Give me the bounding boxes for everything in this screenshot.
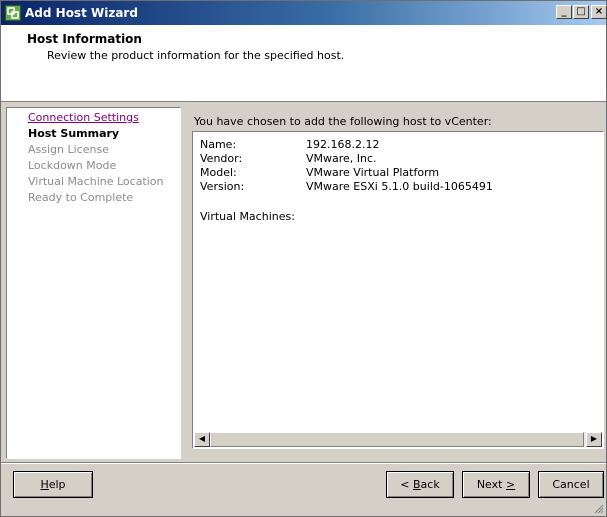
- back-label: ack: [420, 478, 440, 491]
- next-mnemonic: >: [505, 478, 516, 491]
- version-label: Version:: [200, 180, 245, 193]
- minimize-icon: _: [561, 6, 567, 17]
- model-label: Model:: [200, 166, 237, 179]
- scrollbar-thumb[interactable]: [210, 432, 584, 447]
- title-bar[interactable]: Add Host Wizard _ □ ×: [1, 1, 607, 25]
- scroll-right-icon[interactable]: ▶: [586, 432, 602, 447]
- minimize-button[interactable]: _: [556, 5, 572, 19]
- vsphere-app-icon: [5, 5, 21, 21]
- step-connection-settings[interactable]: Connection Settings: [28, 111, 139, 124]
- back-mnemonic: B: [413, 478, 421, 491]
- name-value: 192.168.2.12: [306, 138, 380, 151]
- maximize-button[interactable]: □: [573, 5, 589, 19]
- help-button[interactable]: Help: [13, 471, 93, 498]
- step-lockdown-mode: Lockdown Mode: [28, 159, 117, 172]
- host-summary-intro: You have chosen to add the following hos…: [194, 115, 492, 128]
- vendor-label: Vendor:: [200, 152, 243, 165]
- close-icon: ×: [594, 6, 604, 17]
- resize-grip-icon[interactable]: [594, 504, 604, 514]
- wizard-window: Add Host Wizard _ □ × Host Information R…: [0, 0, 607, 517]
- wizard-steps-pane: Connection Settings Host Summary Assign …: [6, 107, 181, 459]
- footer-separator: [1, 462, 606, 464]
- help-label: elp: [48, 478, 66, 491]
- page-description: Review the product information for the s…: [47, 49, 345, 62]
- maximize-icon: □: [576, 6, 586, 17]
- version-value: VMware ESXi 5.1.0 build-1065491: [306, 180, 493, 193]
- wizard-header: Host Information Review the product info…: [1, 25, 606, 102]
- window-title: Add Host Wizard: [25, 6, 138, 20]
- host-summary-box: Name: 192.168.2.12 Vendor: VMware, Inc. …: [192, 131, 604, 449]
- back-button[interactable]: < Back: [386, 471, 454, 498]
- back-prefix: <: [400, 478, 413, 491]
- step-virtual-machine-location: Virtual Machine Location: [28, 175, 164, 188]
- next-button[interactable]: Next >: [462, 471, 530, 498]
- name-label: Name:: [200, 138, 237, 151]
- step-host-summary: Host Summary: [28, 127, 120, 140]
- close-button[interactable]: ×: [591, 5, 607, 19]
- help-mnemonic: H: [40, 478, 49, 491]
- scroll-left-icon[interactable]: ◀: [194, 432, 210, 447]
- cancel-button[interactable]: Cancel: [538, 471, 604, 498]
- model-value: VMware Virtual Platform: [306, 166, 440, 179]
- horizontal-scrollbar[interactable]: ◀ ▶: [194, 432, 602, 447]
- virtual-machines-label: Virtual Machines:: [200, 210, 295, 223]
- page-title: Host Information: [27, 32, 142, 46]
- step-assign-license: Assign License: [28, 143, 109, 156]
- next-label: Next: [476, 478, 506, 491]
- vendor-value: VMware, Inc.: [306, 152, 377, 165]
- step-ready-to-complete: Ready to Complete: [28, 191, 134, 204]
